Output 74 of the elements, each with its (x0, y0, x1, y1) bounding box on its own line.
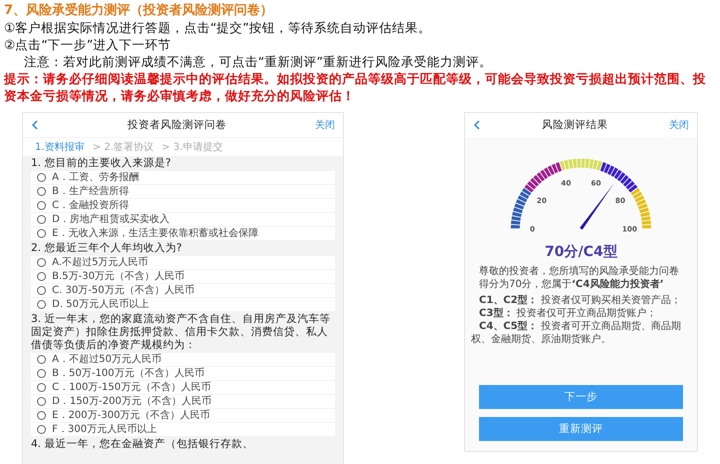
tick-label: 40 (560, 178, 571, 188)
answer-option[interactable]: C. 30万-50万元（不含）人民币 (31, 284, 335, 297)
radio-button[interactable] (37, 229, 46, 238)
option-label: B．生产经营所得 (52, 186, 129, 198)
radio-button[interactable] (37, 300, 46, 309)
question-text: 1. 您目前的主要收入来源是? (30, 156, 172, 171)
answer-option[interactable]: B．生产经营所得 (31, 185, 335, 198)
type-description: C1、C2型： 投资者仅可购买相关资管产品； (478, 294, 682, 307)
answer-option[interactable]: C．金融投资所得 (31, 199, 335, 212)
section-heading: 7、风险承受能力测评（投资者风险测评问卷） (4, 2, 274, 19)
answer-option[interactable]: A．工资、劳务报酬 (31, 171, 335, 184)
screen-title: 风险测评结果 (542, 118, 608, 132)
option-label: D．房地产租赁或买卖收入 (52, 214, 170, 226)
option-label: C．金融投资所得 (52, 200, 129, 212)
radio-button[interactable] (37, 411, 46, 420)
back-icon[interactable] (31, 120, 39, 130)
instruction-text: ②点击“下一步”进入下一环节 (4, 36, 172, 53)
answer-option[interactable]: D．150万-200万元（不含）人民币 (31, 395, 335, 408)
option-label: C．100万-150万元（不含）人民币 (52, 382, 211, 394)
instruction-text: ①客户根据实际情况进行答题，点击“提交”按钮，等待系统自动评估结果。 (4, 19, 432, 36)
radio-button[interactable] (37, 286, 46, 295)
tick-label: 100 (622, 224, 638, 234)
radio-button[interactable] (37, 173, 46, 182)
result-message: 尊敬的投资者，您所填写的风险承受能力问卷得分为70分，您属于‘C4风险能力投资者’ (478, 265, 680, 291)
option-label: A.不超过5万元人民币 (52, 256, 148, 268)
radio-button[interactable] (37, 215, 46, 224)
progress-step: > 2.签署协议 (92, 140, 154, 154)
screen-title: 投资者风险测评问卷 (128, 118, 226, 132)
answer-option[interactable]: E．无收入来源，生活主要依靠积蓄或社会保障 (31, 227, 335, 240)
option-label: D．150万-200万元（不含）人民币 (52, 396, 212, 408)
option-label: B．50万-100万元（不含）人民币 (52, 368, 204, 380)
tick-label: 20 (536, 196, 547, 205)
radio-button[interactable] (37, 258, 46, 267)
type-description: C4、C5型： 投资者可开立商品期货、商品期权、金融期货、原油期货账户。 (470, 320, 682, 346)
option-label: B.5万-30万元（不含）人民币 (52, 270, 185, 282)
option-label: F．300万元人民币以上 (52, 424, 157, 436)
answer-option[interactable]: A.不超过5万元人民币 (31, 256, 335, 269)
option-label: D. 50万元人民币以上 (52, 298, 149, 310)
radio-button[interactable] (37, 425, 46, 434)
option-label: A．不超过50万元人民币 (52, 354, 162, 366)
close-link[interactable]: 关闭 (669, 118, 689, 132)
tick-label: 80 (615, 196, 626, 205)
tick-label: 0 (530, 224, 535, 234)
back-icon[interactable] (473, 120, 481, 130)
warning-text: 提示：请务必仔细阅读温馨提示中的评估结果。如拟投资的产品等级高于匹配等级，可能会导致投资亏损超出预计范围、投资本金亏损等情况，请务必审慎考虑，做好充分的风险评估！ (4, 70, 707, 104)
question-text: 3. 近一年末，您的家庭流动资产不含自住、自用房产及汽车等固定资产）扣除住房抵押贷款、信用卡欠款、消费信贷、私人借债等负债后的净资产规模约为： (30, 312, 332, 353)
radio-button[interactable] (37, 272, 46, 281)
answer-option[interactable]: D．房地产租赁或买卖收入 (31, 213, 335, 226)
radio-button[interactable] (37, 201, 46, 210)
tick-label: 60 (591, 178, 602, 188)
radio-button[interactable] (37, 397, 46, 406)
answer-option[interactable]: C．100万-150万元（不含）人民币 (31, 381, 335, 394)
question-text: 4. 最近一年，您在金融资产（包括银行存款、 (30, 437, 254, 452)
option-label: A．工资、劳务报酬 (52, 172, 139, 184)
answer-option[interactable]: B．50万-100万元（不含）人民币 (31, 367, 335, 380)
type-description: C3型： 投资者仅可开立商品期货账户； (478, 307, 658, 320)
option-label: E．200万-300万元（不含）人民币 (52, 410, 210, 422)
close-link[interactable]: 关闭 (315, 118, 335, 132)
progress-step: 1.资料报审 (35, 140, 85, 154)
radio-button[interactable] (37, 355, 46, 364)
note-text: 注意：若对此前测评成绩不满意，可点击“重新测评”重新进行风险承受能力测评。 (23, 53, 493, 70)
answer-option[interactable]: F．300万元人民币以上 (31, 423, 335, 436)
answer-option[interactable]: D. 50万元人民币以上 (31, 298, 335, 311)
radio-button[interactable] (37, 187, 46, 196)
option-label: C. 30万-50万元（不含）人民币 (52, 284, 194, 296)
answer-option[interactable]: E．200万-300万元（不含）人民币 (31, 409, 335, 422)
question-text: 2. 您最近三年个人年均收入为? (30, 241, 183, 256)
radio-button[interactable] (37, 369, 46, 378)
radio-button[interactable] (37, 383, 46, 392)
answer-option[interactable]: A．不超过50万元人民币 (31, 353, 335, 366)
option-label: E．无收入来源，生活主要依靠积蓄或社会保障 (52, 228, 258, 240)
progress-step: > 3.申请提交 (162, 140, 223, 154)
score-text: 70分/C4型 (544, 243, 618, 261)
answer-option[interactable]: B.5万-30万元（不含）人民币 (31, 270, 335, 283)
